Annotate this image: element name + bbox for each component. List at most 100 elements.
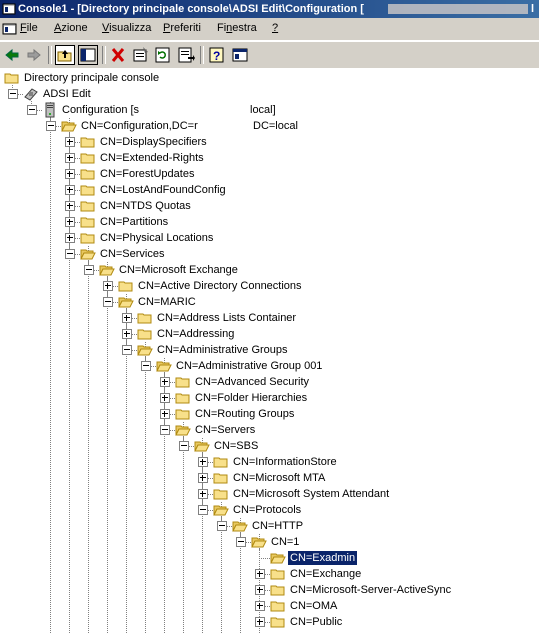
tree-node-label[interactable]: CN=Folder Hierarchies [193,391,309,405]
tree-node-label[interactable]: CN=Microsoft-Server-ActiveSync [288,583,453,597]
tree-node-label[interactable]: CN=ForestUpdates [98,167,196,181]
collapse-minus-icon[interactable] [8,89,18,99]
tree-node-label[interactable]: CN=InformationStore [231,455,339,469]
collapse-minus-icon[interactable] [217,521,227,531]
expand-plus-icon[interactable] [255,585,265,595]
console-icon[interactable] [230,45,250,65]
folder-icon [80,169,95,180]
tree-node-label[interactable]: CN=NTDS Quotas [98,199,193,213]
collapse-minus-icon[interactable] [236,537,246,547]
expand-plus-icon[interactable] [198,489,208,499]
menu-help[interactable]: ? [272,22,278,34]
collapse-minus-icon[interactable] [141,361,151,371]
open-folder-icon [99,265,115,276]
title-redaction [388,4,528,14]
menu-finestra[interactable]: Finestra [217,22,257,34]
tree-node-label[interactable]: CN=Advanced Security [193,375,311,389]
up-folder-icon[interactable] [55,45,75,65]
expand-plus-icon[interactable] [65,137,75,147]
tree-node-label[interactable]: CN=Physical Locations [98,231,215,245]
tree-node-label[interactable]: CN=Extended-Rights [98,151,206,165]
export-list-icon[interactable] [176,45,196,65]
expand-plus-icon[interactable] [160,393,170,403]
expand-plus-icon[interactable] [198,473,208,483]
tree-node-label[interactable]: CN=Exadmin [286,550,359,566]
properties-icon[interactable] [131,45,151,65]
folder-icon [270,569,285,580]
open-folder-icon [213,505,229,516]
expand-plus-icon[interactable] [122,329,132,339]
console-tree[interactable]: Directory principale console ADSI Edit Con… [0,68,539,633]
tree-node-label[interactable]: CN=Servers [193,423,257,437]
expand-plus-icon[interactable] [65,217,75,227]
collapse-minus-icon[interactable] [65,249,75,259]
expand-plus-icon[interactable] [122,313,132,323]
tree-node-label[interactable]: ADSI Edit [41,87,93,101]
back-arrow-icon[interactable] [2,45,22,65]
toolbar-separator [200,46,204,64]
menu-visualizza-rest: isualizza [109,22,152,34]
tree-node-label[interactable]: CN=Services [98,247,167,261]
collapse-minus-icon[interactable] [160,425,170,435]
expand-plus-icon[interactable] [255,617,265,627]
tree-node-label[interactable]: CN=Addressing [155,327,236,341]
expand-plus-icon[interactable] [103,281,113,291]
tree-node-label[interactable]: CN=Administrative Groups [155,343,290,357]
expand-plus-icon[interactable] [255,601,265,611]
server-icon [45,102,55,118]
expand-plus-icon[interactable] [65,169,75,179]
show-hide-tree-icon[interactable] [78,45,98,65]
expand-plus-icon[interactable] [198,457,208,467]
tree-node-label[interactable]: CN=Active Directory Connections [136,279,304,293]
expand-plus-icon[interactable] [160,377,170,387]
menu-azione[interactable]: Azione [54,22,88,34]
tree-node-label[interactable]: Configuration [s [60,103,141,117]
tree-node-label[interactable]: CN=Exchange [288,567,363,581]
expand-plus-icon[interactable] [160,409,170,419]
console-menu-icon[interactable] [2,21,18,37]
tree-node-label[interactable]: CN=Administrative Group 001 [174,359,324,373]
expand-plus-icon[interactable] [255,569,265,579]
window-title: Console1 - [Directory principale console… [18,3,364,15]
menu-preferiti-rest: referiti [170,22,201,34]
tree-node-label[interactable]: CN=Microsoft Exchange [117,263,240,277]
open-folder-icon [118,297,134,308]
tree-node-label[interactable]: CN=Protocols [231,503,303,517]
menu-file[interactable]: File [20,22,38,34]
menu-visualizza[interactable]: Visualizza [102,22,151,34]
tree-node-label[interactable]: CN=MARIC [136,295,198,309]
forward-arrow-icon[interactable] [24,45,44,65]
tree-node-label[interactable]: CN=OMA [288,599,339,613]
collapse-minus-icon[interactable] [103,297,113,307]
expand-plus-icon[interactable] [65,185,75,195]
folder-icon [175,377,190,388]
svg-text:?: ? [213,49,220,63]
tree-node-label[interactable]: CN=HTTP [250,519,305,533]
menu-preferiti[interactable]: Preferiti [163,22,201,34]
collapse-minus-icon[interactable] [27,105,37,115]
delete-icon[interactable] [108,45,128,65]
tree-node-label[interactable]: CN=Microsoft System Attendant [231,487,391,501]
tree-node-label[interactable]: Directory principale console [22,71,161,85]
tree-node-label[interactable]: CN=Configuration,DC=r [79,119,200,133]
collapse-minus-icon[interactable] [84,265,94,275]
collapse-minus-icon[interactable] [198,505,208,515]
tree-node-label-tail: DC=local [253,120,298,132]
help-icon[interactable]: ? [207,45,227,65]
tree-node-label[interactable]: CN=DisplaySpecifiers [98,135,209,149]
tree-node-label[interactable]: CN=LostAndFoundConfig [98,183,228,197]
tree-node-label[interactable]: CN=Public [288,615,344,629]
tree-node-label[interactable]: CN=1 [269,535,301,549]
collapse-minus-icon[interactable] [122,345,132,355]
expand-plus-icon[interactable] [65,153,75,163]
expand-plus-icon[interactable] [65,201,75,211]
tree-node-label[interactable]: CN=Routing Groups [193,407,296,421]
tree-node-label[interactable]: CN=Address Lists Container [155,311,298,325]
tree-node-label[interactable]: CN=Partitions [98,215,170,229]
collapse-minus-icon[interactable] [46,121,56,131]
refresh-icon[interactable] [153,45,173,65]
tree-node-label[interactable]: CN=Microsoft MTA [231,471,327,485]
collapse-minus-icon[interactable] [179,441,189,451]
tree-node-label[interactable]: CN=SBS [212,439,260,453]
expand-plus-icon[interactable] [65,233,75,243]
